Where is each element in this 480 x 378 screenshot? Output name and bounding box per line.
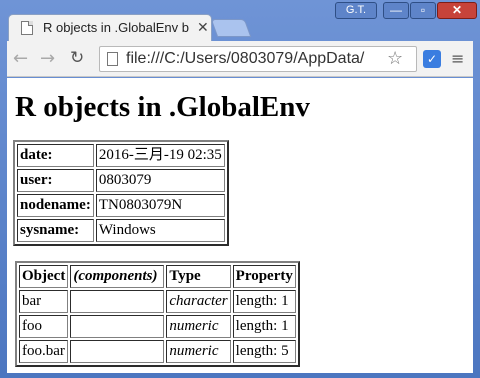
object-property: length: 5	[232, 340, 296, 363]
menu-icon[interactable]: ≡	[451, 49, 464, 68]
table-row: user: 0803079	[17, 169, 225, 192]
object-property: length: 1	[232, 290, 296, 313]
object-name: foo	[19, 315, 69, 338]
browser-tab[interactable]: R objects in .GlobalEnv b ✕	[8, 14, 212, 41]
info-value: Windows	[95, 219, 225, 242]
page-title: R objects in .GlobalEnv	[15, 91, 310, 123]
info-key: sysname:	[17, 219, 94, 242]
tab-title: R objects in .GlobalEnv b	[43, 20, 189, 35]
document-icon	[21, 21, 33, 35]
column-header-type: Type	[166, 265, 231, 288]
info-key: date:	[17, 144, 94, 167]
url-text[interactable]: file:///C:/Users/0803079/AppData/	[126, 50, 382, 68]
session-info-table: date: 2016-三月-19 02:35 user: 0803079 nod…	[13, 140, 229, 246]
maximize-button[interactable]: ▫	[410, 2, 436, 19]
page-icon	[107, 52, 118, 66]
info-key: user:	[17, 169, 94, 192]
profile-button[interactable]: G.T.	[335, 2, 377, 19]
close-button[interactable]: ✕	[437, 2, 477, 19]
column-header-components: (components)	[70, 265, 165, 288]
tab-close-icon[interactable]: ✕	[197, 19, 209, 36]
info-value: TN0803079N	[95, 194, 225, 217]
browser-window: R objects in .GlobalEnv b ✕ G.T. — ▫ ✕ ←…	[0, 0, 480, 378]
object-type: numeric	[166, 315, 231, 338]
toolbar: ← → ↻ file:///C:/Users/0803079/AppData/ …	[7, 41, 473, 77]
table-row: foo.bar numeric length: 5	[19, 340, 296, 363]
column-header-object: Object	[19, 265, 69, 288]
object-components	[70, 315, 165, 338]
info-value: 2016-三月-19 02:35	[95, 144, 225, 167]
object-type: character	[166, 290, 231, 313]
back-arrow-icon[interactable]: ←	[13, 48, 28, 69]
info-value: 0803079	[95, 169, 225, 192]
page-content: R objects in .GlobalEnv date: 2016-三月-19…	[7, 78, 473, 373]
table-row: sysname: Windows	[17, 219, 225, 242]
column-header-property: Property	[232, 265, 296, 288]
forward-arrow-icon[interactable]: →	[40, 48, 55, 69]
extension-icon[interactable]: ✓	[423, 50, 441, 68]
object-name: bar	[19, 290, 69, 313]
table-header-row: Object (components) Type Property	[19, 265, 296, 288]
object-components	[70, 340, 165, 363]
address-bar[interactable]: file:///C:/Users/0803079/AppData/ ☆	[99, 46, 417, 72]
minimize-button[interactable]: —	[383, 2, 409, 19]
new-tab-button[interactable]	[210, 19, 252, 37]
objects-table: Object (components) Type Property bar ch…	[15, 261, 300, 367]
bookmark-star-icon[interactable]: ☆	[387, 48, 403, 69]
title-bar: R objects in .GlobalEnv b ✕ G.T. — ▫ ✕	[0, 0, 480, 41]
object-name: foo.bar	[19, 340, 69, 363]
object-property: length: 1	[232, 315, 296, 338]
info-key: nodename:	[17, 194, 94, 217]
object-components	[70, 290, 165, 313]
table-row: foo numeric length: 1	[19, 315, 296, 338]
reload-icon[interactable]: ↻	[70, 48, 84, 68]
object-type: numeric	[166, 340, 231, 363]
table-row: bar character length: 1	[19, 290, 296, 313]
table-row: date: 2016-三月-19 02:35	[17, 144, 225, 167]
table-row: nodename: TN0803079N	[17, 194, 225, 217]
